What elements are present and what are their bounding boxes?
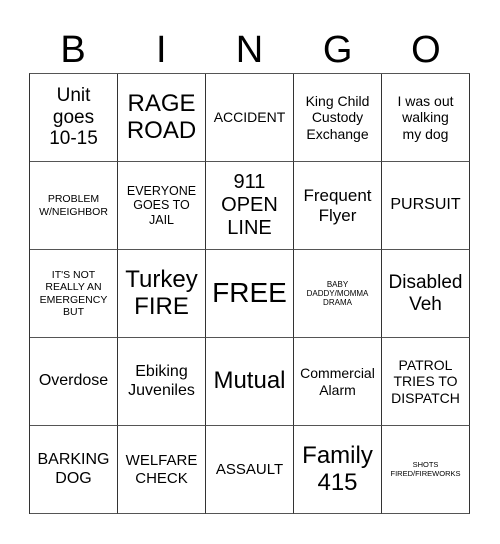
bingo-grid: Unit goes 10-15 RAGE ROAD ACCIDENT King …	[29, 73, 470, 514]
bingo-cell[interactable]: PURSUIT	[382, 162, 470, 250]
bingo-cell[interactable]: IT'S NOT REALLY AN EMERGENCY BUT	[30, 250, 118, 338]
bingo-cell[interactable]: Turkey FIRE	[118, 250, 206, 338]
bingo-cell[interactable]: King Child Custody Exchange	[294, 74, 382, 162]
bingo-cell[interactable]: BARKING DOG	[30, 426, 118, 514]
header-letter-i: I	[156, 29, 167, 71]
header-letter-n: N	[235, 29, 264, 71]
header-letter-o: O	[411, 29, 441, 71]
bingo-cell[interactable]: ASSAULT	[206, 426, 294, 514]
bingo-cell[interactable]: Ebiking Juveniles	[118, 338, 206, 426]
bingo-cell[interactable]: ACCIDENT	[206, 74, 294, 162]
bingo-cell[interactable]: WELFARE CHECK	[118, 426, 206, 514]
bingo-cell[interactable]: Overdose	[30, 338, 118, 426]
bingo-header: B I N G O	[29, 28, 470, 72]
bingo-cell[interactable]: I was out walking my dog	[382, 74, 470, 162]
bingo-cell[interactable]: PATROL TRIES TO DISPATCH	[382, 338, 470, 426]
free-space[interactable]: FREE	[206, 250, 294, 338]
bingo-cell[interactable]: Frequent Flyer	[294, 162, 382, 250]
bingo-cell[interactable]: Mutual	[206, 338, 294, 426]
bingo-cell[interactable]: Unit goes 10-15	[30, 74, 118, 162]
header-letter-g: G	[322, 29, 353, 71]
bingo-cell[interactable]: BABY DADDY/MOMMA DRAMA	[294, 250, 382, 338]
bingo-cell[interactable]: PROBLEM W/NEIGHBOR	[30, 162, 118, 250]
bingo-cell[interactable]: Disabled Veh	[382, 250, 470, 338]
bingo-cell[interactable]: Commercial Alarm	[294, 338, 382, 426]
bingo-cell[interactable]: SHOTS FIRED/FIREWORKS	[382, 426, 470, 514]
bingo-cell[interactable]: Family 415	[294, 426, 382, 514]
bingo-cell[interactable]: RAGE ROAD	[118, 74, 206, 162]
bingo-cell[interactable]: 911 OPEN LINE	[206, 162, 294, 250]
bingo-cell[interactable]: EVERYONE GOES TO JAIL	[118, 162, 206, 250]
header-letter-b: B	[60, 29, 86, 71]
